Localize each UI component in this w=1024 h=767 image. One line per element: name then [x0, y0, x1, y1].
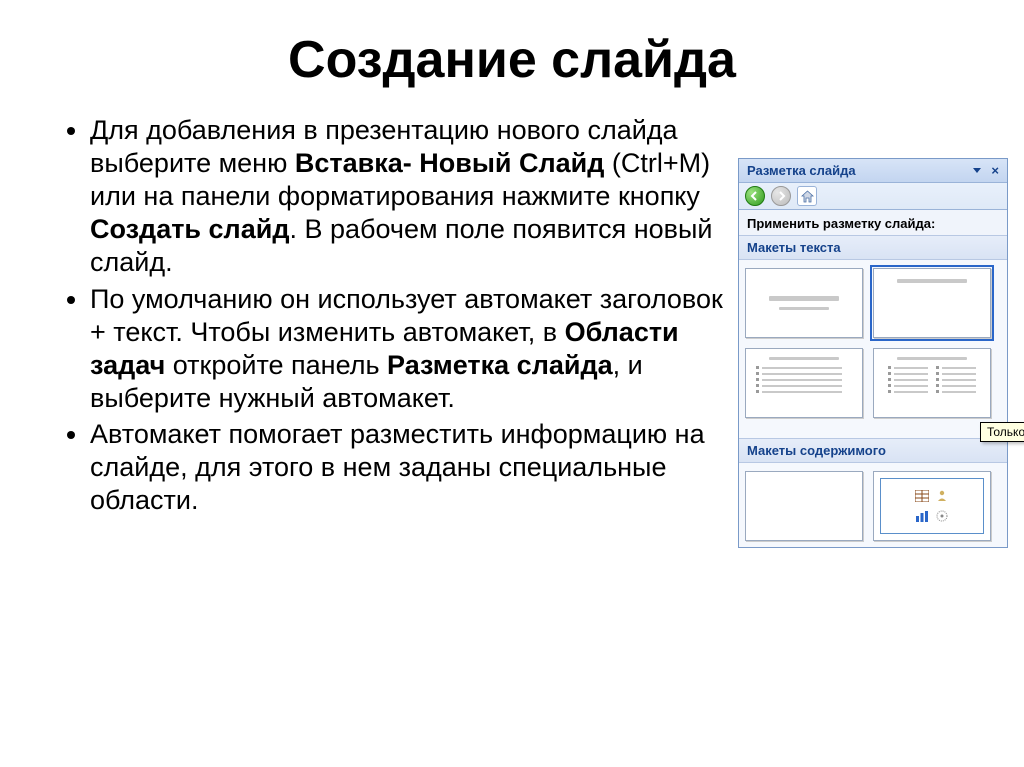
content-row: Для добавления в презентацию нового слай…: [40, 114, 984, 548]
bullet-list: Для добавления в презентацию нового слай…: [40, 114, 730, 517]
bullet-item: Для добавления в презентацию нового слай…: [90, 114, 730, 279]
thumb-row: [745, 471, 1001, 541]
thumb-row: [745, 348, 1001, 418]
layout-content[interactable]: [873, 471, 991, 541]
body-text: Для добавления в презентацию нового слай…: [40, 114, 730, 548]
bold-text: Создать слайд: [90, 214, 289, 244]
close-icon[interactable]: ×: [989, 163, 1001, 178]
layout-title-text[interactable]: [745, 348, 863, 418]
bullet-item: Автомакет помогает разместить информацию…: [90, 418, 730, 517]
taskpane-nav: [739, 183, 1007, 210]
thumb-graphic: [880, 478, 984, 534]
thumb-graphic: [769, 357, 839, 360]
apply-layout-label: Применить разметку слайда:: [739, 210, 1007, 235]
arrow-left-icon: [750, 191, 760, 201]
taskpane-header: Разметка слайда ×: [739, 159, 1007, 183]
home-button[interactable]: [797, 186, 817, 206]
thumb-graphic: [769, 296, 839, 301]
text: Автомакет помогает разместить информацию…: [90, 419, 705, 515]
slide: Создание слайда Для добавления в презент…: [0, 0, 1024, 767]
taskpane-title: Разметка слайда: [747, 163, 856, 178]
thumb-graphic: [756, 366, 842, 393]
layout-title-only[interactable]: [873, 268, 991, 338]
clipart-icon: [934, 488, 950, 504]
layout-title-slide[interactable]: [745, 268, 863, 338]
bold-text: Разметка слайда: [387, 350, 613, 380]
arrow-right-icon: [776, 191, 786, 201]
text: откройте панель: [165, 350, 387, 380]
home-icon: [801, 190, 814, 203]
content-icons: [914, 488, 950, 524]
tooltip: Только заголо: [980, 422, 1024, 442]
back-button[interactable]: [745, 186, 765, 206]
forward-button[interactable]: [771, 186, 791, 206]
media-icon: [934, 508, 950, 524]
bold-text: Вставка- Новый Слайд: [295, 148, 605, 178]
section-text-layouts: Макеты текста: [739, 235, 1007, 260]
page-title: Создание слайда: [40, 30, 984, 90]
thumb-row: [745, 268, 1001, 338]
dropdown-icon[interactable]: [973, 168, 981, 173]
bullet-item: По умолчанию он использует автомакет заг…: [90, 283, 730, 415]
thumb-graphic: [779, 307, 829, 310]
thumb-graphic: [897, 279, 967, 283]
taskpane-column: Разметка слайда ×: [738, 114, 1008, 548]
thumb-graphic: [897, 357, 967, 360]
table-icon: [914, 488, 930, 504]
layout-blank[interactable]: [745, 471, 863, 541]
text-layouts-area: [739, 260, 1007, 438]
thumb-graphic: [888, 366, 976, 393]
layout-two-column-text[interactable]: [873, 348, 991, 418]
slide-layout-taskpane: Разметка слайда ×: [738, 158, 1008, 548]
content-layouts-area: [739, 463, 1007, 547]
section-content-layouts: Макеты содержимого: [739, 438, 1007, 463]
chart-icon: [914, 508, 930, 524]
